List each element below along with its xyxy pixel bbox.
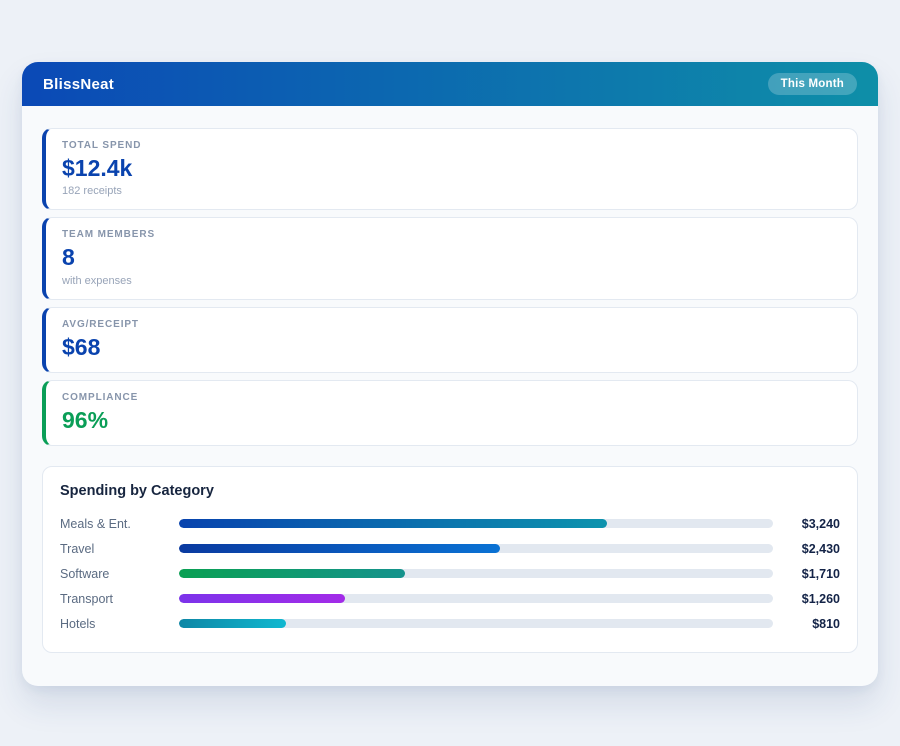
- dashboard-panel: BlissNeat This Month TOTAL SPEND $12.4k …: [22, 62, 878, 686]
- stat-label: AVG/RECEIPT: [62, 319, 841, 330]
- app-title: BlissNeat: [43, 76, 114, 93]
- category-label: Transport: [60, 592, 179, 606]
- bar-fill: [179, 594, 345, 603]
- category-label: Travel: [60, 542, 179, 556]
- stat-label: TOTAL SPEND: [62, 140, 841, 151]
- stat-card-total-spend: TOTAL SPEND $12.4k 182 receipts: [42, 128, 858, 210]
- bar-track: [179, 519, 773, 528]
- app-header: BlissNeat This Month: [22, 62, 878, 106]
- stat-card-compliance: COMPLIANCE 96%: [42, 380, 858, 446]
- stat-value: 96%: [62, 408, 841, 433]
- bar-track: [179, 544, 773, 553]
- stat-subtext: 182 receipts: [62, 185, 841, 197]
- spending-by-category-chart: Spending by Category Meals & Ent. $3,240…: [42, 466, 858, 653]
- category-value: $1,260: [782, 592, 840, 606]
- stat-value: $12.4k: [62, 156, 841, 181]
- bar-track: [179, 594, 773, 603]
- stat-card-team-members: TEAM MEMBERS 8 with expenses: [42, 217, 858, 299]
- chart-row-software: Software $1,710: [60, 561, 840, 586]
- bar-track: [179, 569, 773, 578]
- chart-row-hotels: Hotels $810: [60, 611, 840, 636]
- chart-row-travel: Travel $2,430: [60, 536, 840, 561]
- stat-value: $68: [62, 335, 841, 360]
- stat-subtext: with expenses: [62, 275, 841, 287]
- chart-title: Spending by Category: [60, 483, 840, 499]
- bar-fill: [179, 619, 286, 628]
- category-label: Meals & Ent.: [60, 517, 179, 531]
- dashboard-content: TOTAL SPEND $12.4k 182 receipts TEAM MEM…: [22, 106, 878, 653]
- category-label: Software: [60, 567, 179, 581]
- stat-card-avg-receipt: AVG/RECEIPT $68: [42, 307, 858, 373]
- bar-fill: [179, 569, 405, 578]
- category-value: $3,240: [782, 517, 840, 531]
- stat-value: 8: [62, 245, 841, 270]
- chart-row-transport: Transport $1,260: [60, 586, 840, 611]
- stat-label: COMPLIANCE: [62, 392, 841, 403]
- bar-fill: [179, 519, 607, 528]
- bar-track: [179, 619, 773, 628]
- category-value: $2,430: [782, 542, 840, 556]
- stat-label: TEAM MEMBERS: [62, 229, 841, 240]
- period-badge[interactable]: This Month: [768, 73, 857, 95]
- category-value: $810: [782, 617, 840, 631]
- category-value: $1,710: [782, 567, 840, 581]
- category-label: Hotels: [60, 617, 179, 631]
- bar-fill: [179, 544, 500, 553]
- chart-row-meals: Meals & Ent. $3,240: [60, 511, 840, 536]
